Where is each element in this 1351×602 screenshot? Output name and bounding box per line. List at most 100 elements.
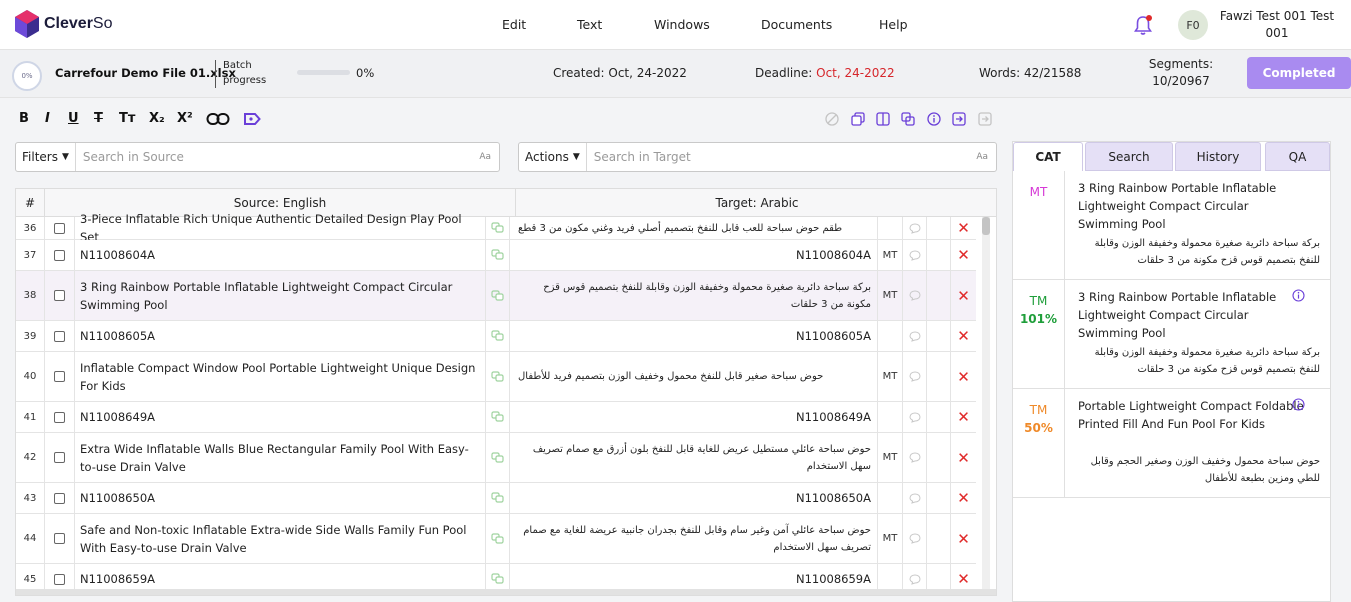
delete-segment-icon[interactable]: ✕ [951, 433, 976, 482]
match-case-toggle[interactable]: Aa [976, 152, 988, 162]
horizontal-scrollbar[interactable] [16, 589, 996, 595]
copy-to-target-icon[interactable] [490, 532, 505, 545]
table-row[interactable]: 39 N11008605A N11008605A ✕ [16, 321, 976, 352]
copy-source-icon[interactable] [851, 112, 865, 126]
disable-icon[interactable] [825, 112, 839, 126]
match-item[interactable]: TM 101% 3 Ring Rainbow Portable Inflatable… [1013, 280, 1330, 389]
strikethrough-button[interactable]: T [94, 111, 103, 126]
copy-to-target-icon[interactable] [490, 289, 505, 302]
copy-to-target-icon[interactable] [490, 330, 505, 342]
delete-segment-icon[interactable]: ✕ [951, 352, 976, 401]
table-row[interactable]: 38 3 Ring Rainbow Portable Inflatable Lig… [16, 271, 976, 321]
actions-dropdown[interactable]: Actions ▼ [519, 143, 587, 171]
table-row[interactable]: 41 N11008649A N11008649A ✕ [16, 402, 976, 433]
menu-help[interactable]: Help [879, 17, 908, 32]
comment-icon[interactable] [908, 371, 921, 382]
bold-button[interactable]: B [19, 111, 29, 126]
comment-icon[interactable] [908, 411, 921, 423]
copy-to-target-icon[interactable] [490, 451, 505, 464]
delete-segment-icon[interactable]: ✕ [951, 483, 976, 513]
subscript-button[interactable]: X₂ [149, 111, 165, 126]
italic-button[interactable]: I [45, 111, 50, 126]
link-icon[interactable] [206, 112, 230, 126]
target-cell[interactable]: N11008605A [510, 321, 878, 351]
split-icon[interactable] [876, 112, 890, 126]
target-cell[interactable]: N11008604A [510, 240, 878, 270]
segment-checkbox[interactable] [54, 222, 65, 234]
export-icon[interactable] [952, 112, 966, 126]
import-icon[interactable] [978, 112, 992, 126]
scrollbar-thumb[interactable] [982, 217, 990, 235]
segment-checkbox[interactable] [54, 330, 65, 342]
segment-checkbox[interactable] [54, 411, 65, 423]
target-cell[interactable]: حوض سباحة صغير قابل للنفخ محمول وخفيف ال… [510, 352, 878, 401]
source-search-input[interactable]: Search in Source [76, 150, 479, 164]
segment-checkbox[interactable] [54, 492, 65, 504]
target-cell[interactable]: حوض سباحة عائلي مستطيل عريض للغاية قابل … [510, 433, 878, 482]
tab-history[interactable]: History [1175, 142, 1261, 171]
underline-button[interactable]: U [68, 111, 79, 126]
source-cell[interactable]: 3-Piece Inflatable Rich Unique Authentic… [75, 212, 486, 244]
copy-to-target-icon[interactable] [490, 249, 505, 261]
source-cell[interactable]: Inflatable Compact Window Pool Portable … [75, 352, 486, 401]
menu-edit[interactable]: Edit [502, 17, 526, 32]
user-name[interactable]: Fawzi Test 001 Test 001 [1218, 8, 1336, 42]
comment-icon[interactable] [908, 222, 921, 234]
tag-icon[interactable] [243, 112, 261, 126]
source-cell[interactable]: Safe and Non-toxic Inflatable Extra-wide… [75, 514, 486, 563]
segment-checkbox[interactable] [54, 290, 65, 301]
source-cell[interactable]: Extra Wide Inflatable Walls Blue Rectang… [75, 433, 486, 482]
info-icon[interactable] [927, 112, 941, 126]
tab-cat[interactable]: CAT [1013, 142, 1083, 171]
source-cell[interactable]: N11008649A [75, 402, 486, 432]
info-icon[interactable] [1292, 289, 1305, 302]
user-avatar[interactable]: F0 [1178, 10, 1208, 40]
source-cell[interactable]: N11008605A [75, 321, 486, 351]
segment-checkbox[interactable] [54, 533, 65, 544]
delete-segment-icon[interactable]: ✕ [951, 240, 976, 270]
source-cell[interactable]: N11008604A [75, 240, 486, 270]
table-row[interactable]: 36 3-Piece Inflatable Rich Unique Authent… [16, 212, 976, 244]
table-row[interactable]: 40 Inflatable Compact Window Pool Portabl… [16, 352, 976, 402]
copy-to-target-icon[interactable] [490, 370, 505, 383]
menu-documents[interactable]: Documents [761, 17, 832, 32]
table-row[interactable]: 37 N11008604A N11008604A MT ✕ [16, 240, 976, 271]
segment-checkbox[interactable] [54, 249, 65, 261]
match-item[interactable]: MT 3 Ring Rainbow Portable Inflatable Lig… [1013, 171, 1330, 280]
menu-text[interactable]: Text [577, 17, 602, 32]
delete-segment-icon[interactable]: ✕ [951, 217, 976, 239]
segment-checkbox[interactable] [54, 573, 65, 585]
delete-segment-icon[interactable]: ✕ [951, 514, 976, 563]
segment-checkbox[interactable] [54, 371, 65, 382]
info-icon[interactable] [1292, 398, 1305, 411]
target-search-input[interactable]: Search in Target [587, 150, 977, 164]
target-cell[interactable]: N11008650A [510, 483, 878, 513]
tab-qa[interactable]: QA [1265, 142, 1330, 171]
target-cell[interactable]: طقم حوض سباحة للعب قابل للنفخ بتصميم أصل… [510, 217, 878, 239]
copy-to-target-icon[interactable] [490, 222, 505, 234]
comment-icon[interactable] [908, 330, 921, 342]
source-cell[interactable]: 3 Ring Rainbow Portable Inflatable Light… [75, 271, 486, 320]
match-item[interactable]: TM 50% Portable Lightweight Compact Foldab… [1013, 389, 1330, 498]
menu-windows[interactable]: Windows [654, 17, 710, 32]
completed-button[interactable]: Completed [1247, 57, 1351, 89]
table-row[interactable]: 43 N11008650A N11008650A ✕ [16, 483, 976, 514]
tab-search[interactable]: Search [1085, 142, 1173, 171]
comment-icon[interactable] [908, 249, 921, 261]
target-cell[interactable]: بركة سباحة دائرية صغيرة محمولة وخفيفة ال… [510, 271, 878, 320]
segment-checkbox[interactable] [54, 452, 65, 463]
target-cell[interactable]: N11008649A [510, 402, 878, 432]
match-case-toggle[interactable]: Aa [479, 152, 491, 162]
notification-bell-icon[interactable] [1133, 14, 1153, 36]
delete-segment-icon[interactable]: ✕ [951, 402, 976, 432]
text-case-button[interactable]: Tт [119, 111, 135, 126]
comment-icon[interactable] [908, 533, 921, 544]
delete-segment-icon[interactable]: ✕ [951, 321, 976, 351]
source-cell[interactable]: N11008650A [75, 483, 486, 513]
comment-icon[interactable] [908, 290, 921, 301]
vertical-scrollbar[interactable] [982, 217, 990, 589]
table-row[interactable]: 44 Safe and Non-toxic Inflatable Extra-wi… [16, 514, 976, 564]
copy-to-target-icon[interactable] [490, 573, 505, 585]
table-row[interactable]: 42 Extra Wide Inflatable Walls Blue Recta… [16, 433, 976, 483]
merge-icon[interactable] [901, 112, 915, 126]
